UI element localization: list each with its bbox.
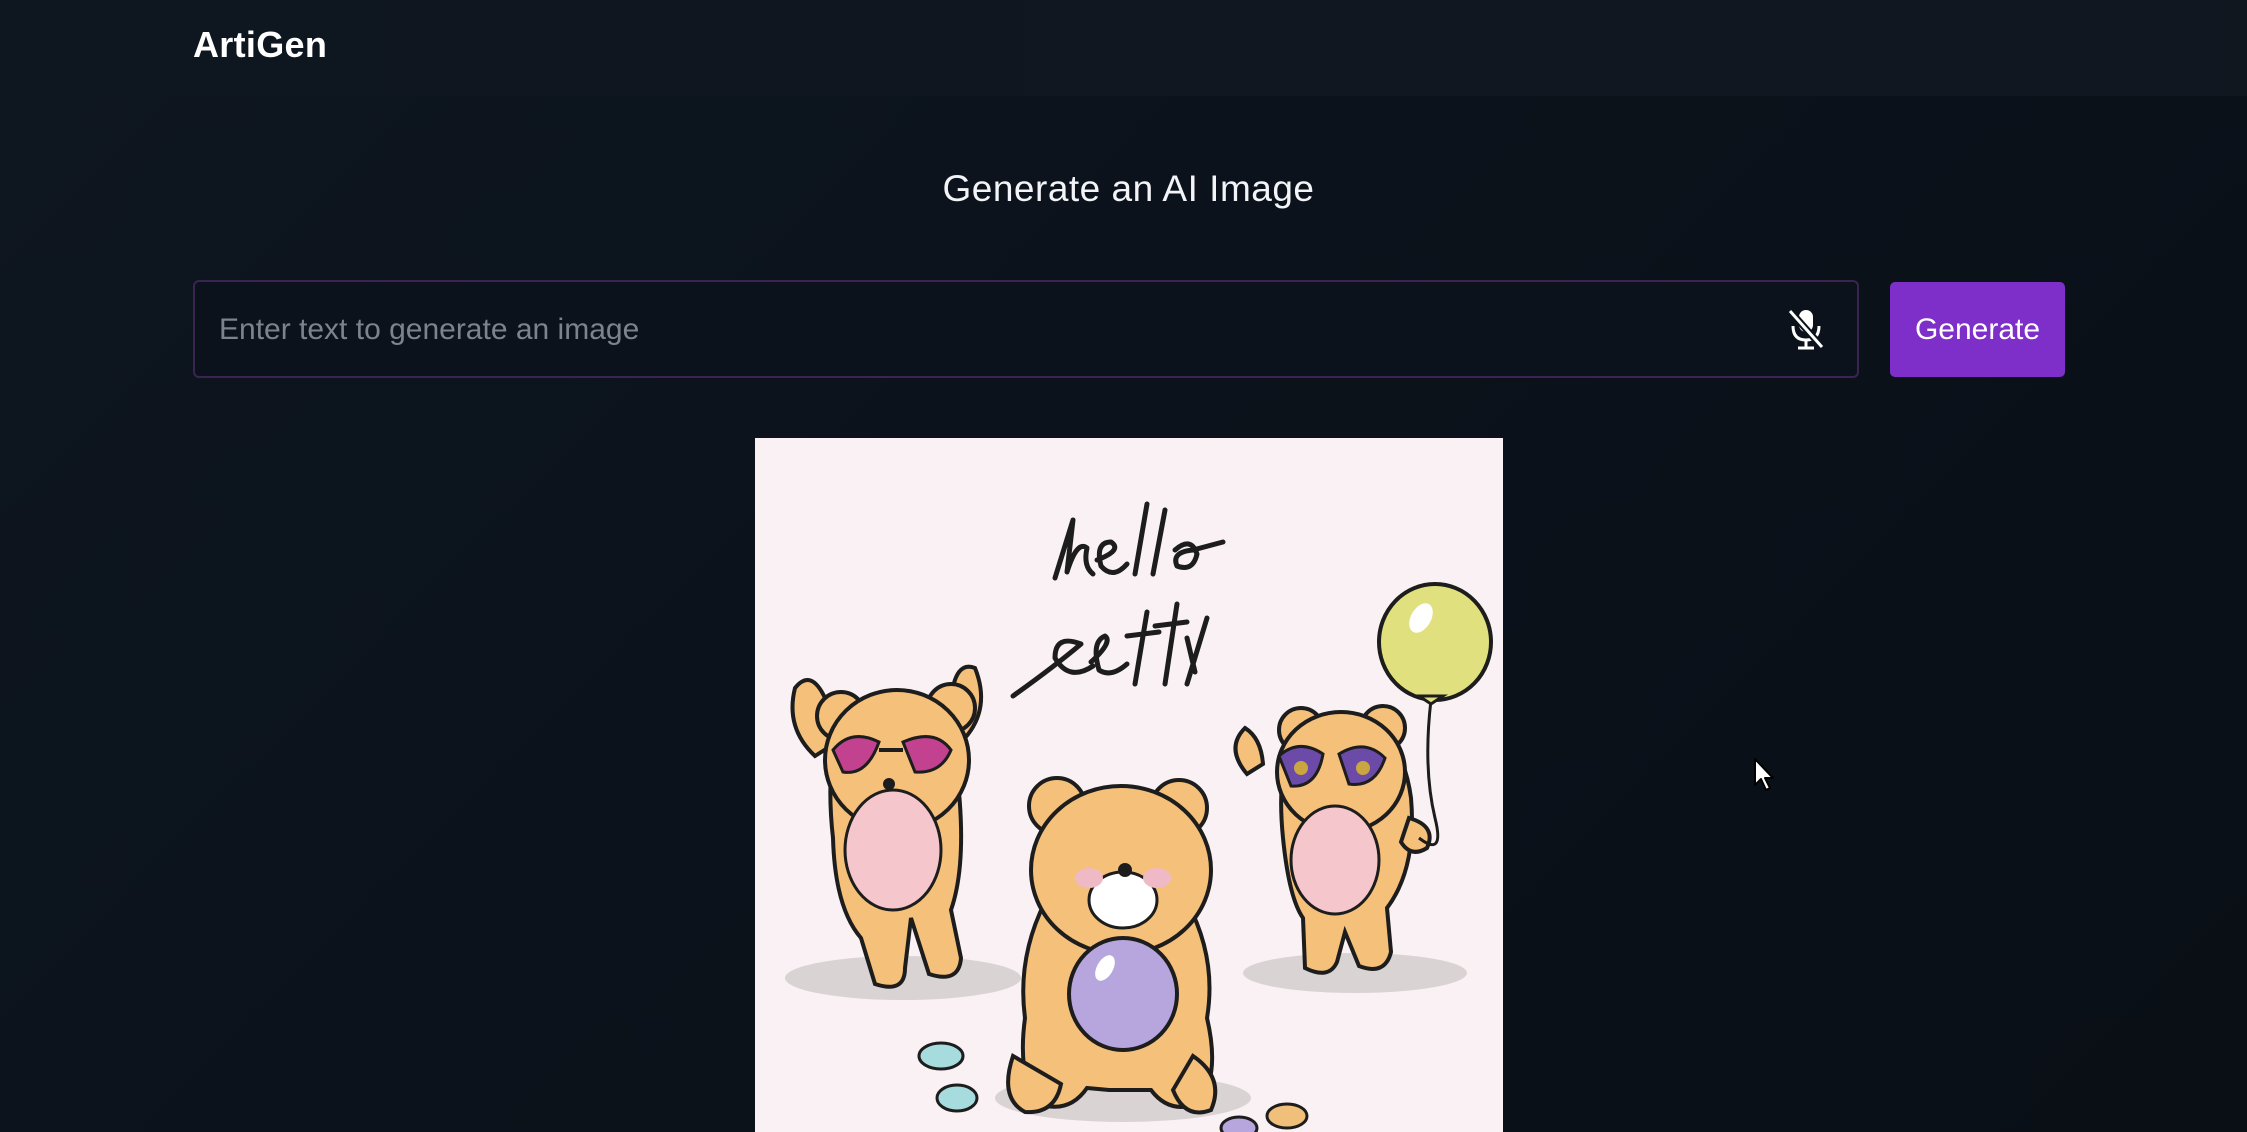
microphone-off-button[interactable]: [1783, 306, 1829, 352]
mouse-cursor-icon: [1754, 758, 1774, 791]
page-title: Generate an AI Image: [942, 168, 1315, 209]
prompt-input[interactable]: [217, 282, 1761, 378]
microphone-off-icon: [1787, 308, 1825, 350]
app-logo[interactable]: ArtiGen: [193, 24, 327, 66]
app-page: ArtiGen Generate an AI Image Generate: [0, 0, 2247, 1132]
teddy-bears-illustration: [755, 438, 1503, 1132]
top-bar: ArtiGen: [0, 0, 2247, 96]
generated-image: [755, 438, 1503, 1132]
prompt-field[interactable]: [193, 280, 1859, 378]
generate-button[interactable]: Generate: [1890, 282, 2065, 377]
